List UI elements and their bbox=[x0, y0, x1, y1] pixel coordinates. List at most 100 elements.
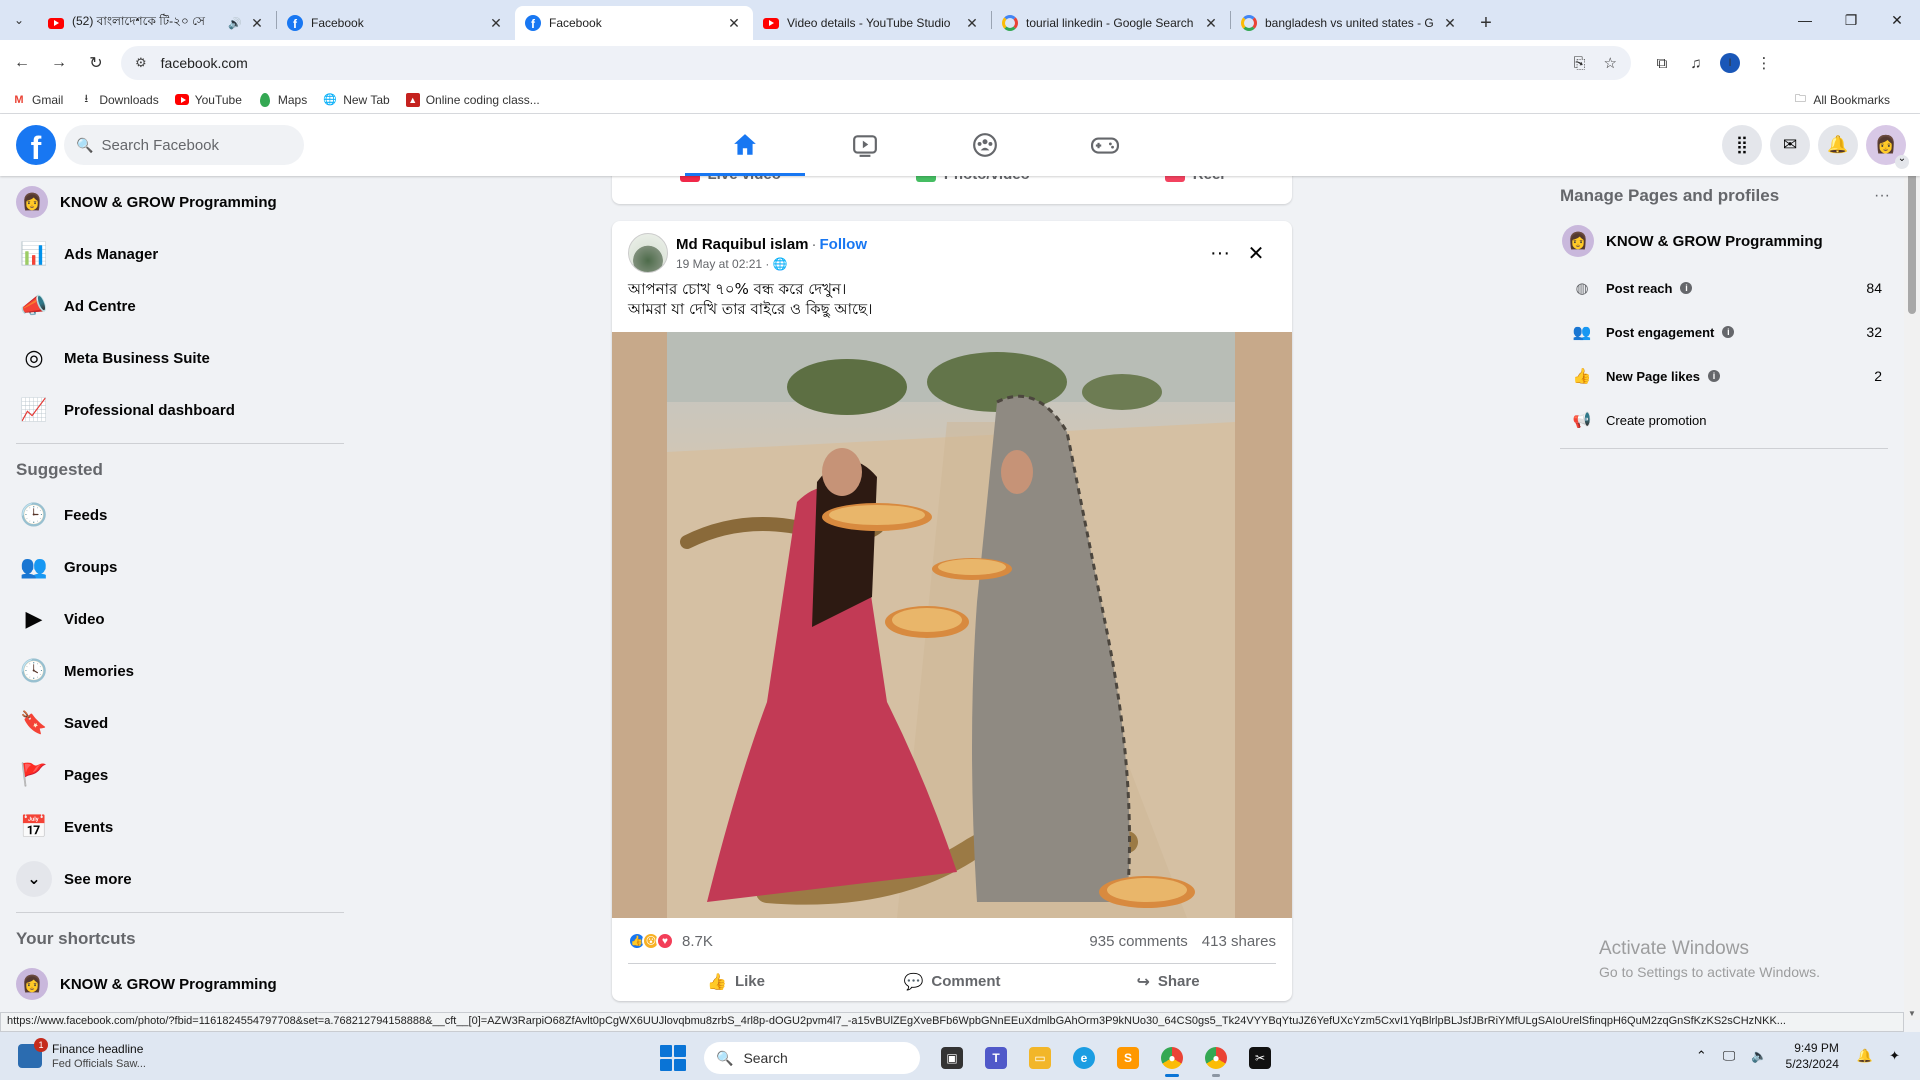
taskbar-search[interactable]: 🔍 Search bbox=[704, 1042, 920, 1074]
notification-bell-icon[interactable]: 🔔 bbox=[1857, 1048, 1873, 1064]
info-icon[interactable]: i bbox=[1680, 282, 1693, 294]
bookmark-star-icon[interactable]: ☆ bbox=[1604, 54, 1617, 72]
account-avatar[interactable]: 👩 bbox=[1866, 125, 1909, 169]
copilot-icon[interactable]: ✦ bbox=[1889, 1048, 1900, 1064]
sidebar-item-events[interactable]: 📅 Events bbox=[0, 801, 360, 853]
minimize-button[interactable]: — bbox=[1782, 0, 1828, 40]
info-icon[interactable]: i bbox=[1707, 370, 1720, 382]
nav-tab-home[interactable] bbox=[685, 114, 805, 176]
sidebar-item-ads-manager[interactable]: 📊 Ads Manager bbox=[0, 228, 360, 280]
bookmark-downloads[interactable]: ⭳ Downloads bbox=[79, 93, 158, 107]
back-button[interactable]: ← bbox=[7, 48, 37, 78]
sidebar-item-feeds[interactable]: 🕒 Feeds bbox=[0, 489, 360, 541]
bookmark-new-tab[interactable]: 🌐 New Tab bbox=[323, 93, 389, 107]
speaker-icon[interactable]: 🔊 bbox=[228, 17, 242, 30]
managed-page[interactable]: 👩 KNOW & GROW Programming bbox=[1556, 216, 1896, 266]
more-options-icon[interactable]: ··· bbox=[1202, 241, 1238, 265]
sublime-icon[interactable]: S bbox=[1108, 1038, 1148, 1078]
browser-tab[interactable]: Video details - YouTube Studio ✕ bbox=[753, 6, 991, 40]
stat-new-page-likes[interactable]: 👍 New Page likes i 2 bbox=[1556, 354, 1896, 398]
site-info-icon[interactable]: ⚙ bbox=[135, 55, 147, 71]
tab-search-button[interactable]: ⌄ bbox=[0, 0, 38, 40]
stat-post-reach[interactable]: ◍ Post reach i 84 bbox=[1556, 266, 1896, 310]
messenger-button[interactable]: ✉ bbox=[1770, 125, 1810, 165]
bookmark-youtube[interactable]: YouTube bbox=[174, 93, 242, 107]
close-icon[interactable]: ✕ bbox=[248, 15, 266, 32]
chrome-profile-icon[interactable]: ● bbox=[1196, 1038, 1236, 1078]
menu-grid-button[interactable]: ⣿ bbox=[1722, 125, 1762, 165]
author-name[interactable]: Md Raquibul islam bbox=[676, 236, 809, 253]
sidebar-item-groups[interactable]: 👥 Groups bbox=[0, 541, 360, 593]
volume-icon[interactable]: 🔈 bbox=[1751, 1048, 1767, 1064]
browser-tab[interactable]: (52) বাংলাদেশকে টি-২০ সে 🔊 ✕ bbox=[38, 6, 276, 40]
sidebar-item-ad-centre[interactable]: 📣 Ad Centre bbox=[0, 280, 360, 332]
close-icon[interactable]: ✕ bbox=[963, 15, 981, 32]
teams-icon[interactable]: T bbox=[976, 1038, 1016, 1078]
author-avatar[interactable] bbox=[628, 233, 668, 273]
shares-count[interactable]: 413 shares bbox=[1202, 933, 1276, 950]
task-view-icon[interactable]: ▣ bbox=[932, 1038, 972, 1078]
edge-icon[interactable]: e bbox=[1064, 1038, 1104, 1078]
search-input[interactable]: 🔍 Search Facebook bbox=[64, 125, 304, 165]
restore-button[interactable]: ❐ bbox=[1828, 0, 1874, 40]
news-widget[interactable]: 1 Finance headline Fed Officials Saw... bbox=[18, 1038, 218, 1070]
chevron-up-icon[interactable]: ⌃ bbox=[1696, 1048, 1707, 1064]
create-promotion-button[interactable]: 📢 Create promotion bbox=[1556, 398, 1896, 442]
profile-avatar[interactable]: I bbox=[1720, 53, 1740, 73]
sidebar-item-video[interactable]: ▶ Video bbox=[0, 593, 360, 645]
close-icon[interactable]: ✕ bbox=[1441, 15, 1459, 32]
close-icon[interactable]: ✕ bbox=[487, 15, 505, 32]
bookmark-coding[interactable]: ▲ Online coding class... bbox=[405, 92, 540, 107]
scroll-down-icon[interactable]: ▼ bbox=[1904, 1009, 1920, 1018]
menu-kebab-icon[interactable]: ⋮ bbox=[1747, 54, 1781, 72]
nav-tab-gaming[interactable] bbox=[1045, 114, 1165, 176]
reload-button[interactable]: ↻ bbox=[81, 48, 111, 78]
post-media[interactable] bbox=[612, 332, 1292, 918]
like-button[interactable]: 👍 Like bbox=[628, 964, 844, 999]
info-icon[interactable]: i bbox=[1722, 326, 1735, 338]
share-button[interactable]: ↪ Share bbox=[1060, 964, 1276, 999]
browser-tab-active[interactable]: f Facebook ✕ bbox=[515, 6, 753, 40]
post-photo[interactable] bbox=[667, 332, 1235, 918]
close-icon[interactable]: ✕ bbox=[725, 15, 743, 32]
new-tab-button[interactable]: + bbox=[1469, 6, 1503, 40]
reactions-summary[interactable]: 👍 😮 ♥ bbox=[628, 932, 674, 950]
install-app-icon[interactable]: ⎘ bbox=[1574, 55, 1586, 72]
bookmark-maps[interactable]: Maps bbox=[258, 92, 307, 107]
capcut-icon[interactable]: ✂ bbox=[1240, 1038, 1280, 1078]
facebook-logo[interactable]: f bbox=[16, 125, 56, 165]
start-button[interactable] bbox=[660, 1045, 686, 1071]
browser-tab[interactable]: f Facebook ✕ bbox=[277, 6, 515, 40]
comment-button[interactable]: 💬 Comment bbox=[844, 964, 1060, 999]
more-options-icon[interactable]: ··· bbox=[1874, 187, 1890, 205]
network-icon[interactable]: 🖵 bbox=[1723, 1048, 1736, 1064]
url-text[interactable]: facebook.com bbox=[161, 55, 248, 71]
sidebar-item-pages[interactable]: 🚩 Pages bbox=[0, 749, 360, 801]
stat-post-engagement[interactable]: 👥 Post engagement i 32 bbox=[1556, 310, 1896, 354]
sidebar-item-memories[interactable]: 🕓 Memories bbox=[0, 645, 360, 697]
see-more-button[interactable]: ⌄ See more bbox=[0, 853, 360, 905]
nav-tab-groups[interactable] bbox=[925, 114, 1045, 176]
window-close-button[interactable]: ✕ bbox=[1874, 0, 1920, 40]
nav-tab-video[interactable] bbox=[805, 114, 925, 176]
clock[interactable]: 9:49 PM 5/23/2024 bbox=[1786, 1040, 1839, 1072]
sidebar-item-saved[interactable]: 🔖 Saved bbox=[0, 697, 360, 749]
sidebar-item-professional-dashboard[interactable]: 📈 Professional dashboard bbox=[0, 384, 360, 436]
scrollbar-thumb[interactable] bbox=[1908, 172, 1916, 314]
media-controls-icon[interactable]: ♫ bbox=[1679, 55, 1713, 72]
reaction-count[interactable]: 8.7K bbox=[682, 933, 713, 950]
extensions-icon[interactable]: ⧉ bbox=[1645, 55, 1679, 72]
bookmark-gmail[interactable]: M Gmail bbox=[12, 93, 63, 107]
post-timestamp[interactable]: 19 May at 02:21 bbox=[676, 257, 762, 271]
close-icon[interactable]: ✕ bbox=[1202, 15, 1220, 32]
all-bookmarks-button[interactable]: 🗀 All Bookmarks bbox=[1793, 93, 1890, 107]
forward-button[interactable]: → bbox=[44, 48, 74, 78]
sidebar-item-know-grow-programming[interactable]: 👩 KNOW & GROW Programming bbox=[0, 176, 360, 228]
close-icon[interactable]: ✕ bbox=[1238, 241, 1274, 265]
chrome-icon[interactable]: ● bbox=[1152, 1038, 1192, 1078]
address-bar[interactable]: ⚙ facebook.com ⎘ ☆ bbox=[121, 46, 1631, 80]
page-scrollbar[interactable]: ▲ ▼ bbox=[1904, 124, 1920, 1020]
notifications-button[interactable]: 🔔 bbox=[1818, 125, 1858, 165]
comments-count[interactable]: 935 comments bbox=[1089, 933, 1187, 950]
browser-tab[interactable]: bangladesh vs united states - G ✕ bbox=[1231, 6, 1469, 40]
